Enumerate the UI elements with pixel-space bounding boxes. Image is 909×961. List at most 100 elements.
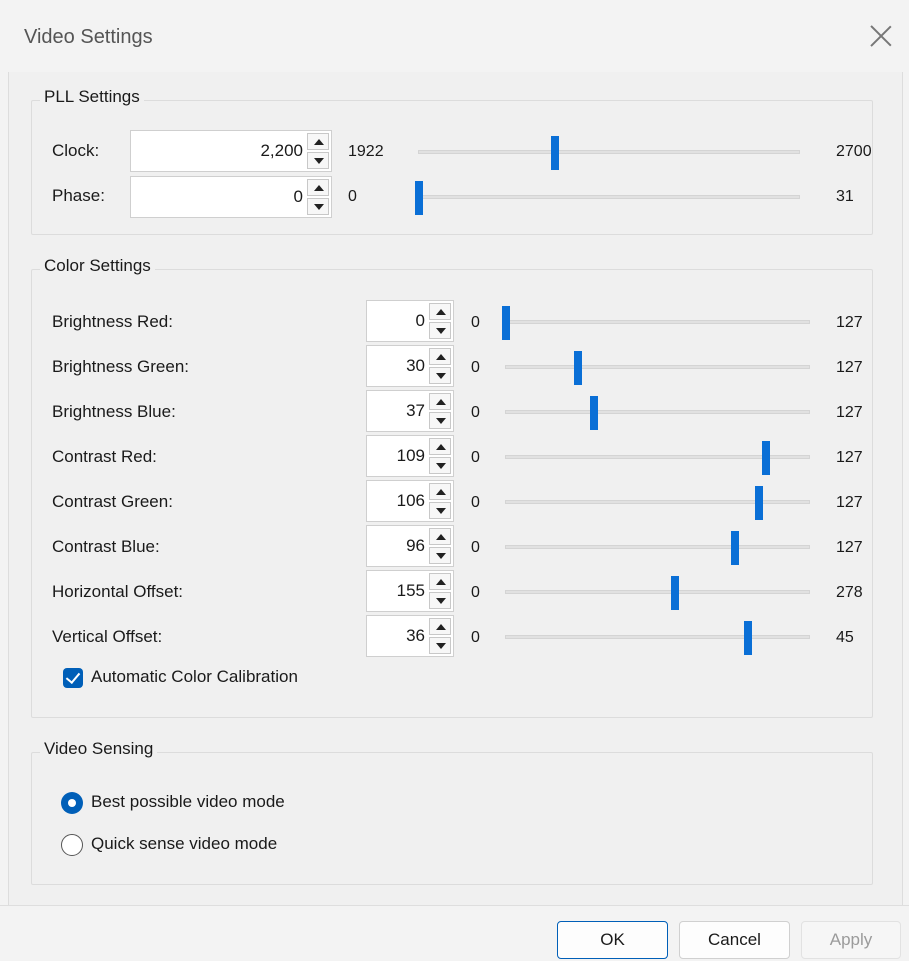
apply-button[interactable]: Apply [801,921,901,959]
brightness-red-spinner[interactable]: 0 [366,300,454,342]
contrast-blue-label: Contrast Blue: [52,537,160,556]
contrast-red-up-arrow-icon[interactable] [429,438,451,455]
clock-up-arrow-icon[interactable] [307,133,329,150]
contrast-green-slider[interactable] [505,486,810,520]
contrast-green-label: Contrast Green: [52,492,173,511]
contrast-red-min: 0 [471,449,480,466]
clock-slider-thumb[interactable] [550,136,559,170]
brightness-green-max: 127 [836,359,863,376]
auto-calibration-checkbox[interactable] [63,668,83,688]
contrast-blue-value[interactable]: 96 [406,536,425,556]
phase-max: 31 [836,188,854,205]
clock-value[interactable]: 2,200 [260,141,303,161]
brightness-green-slider[interactable] [505,351,810,385]
brightness-blue-max: 127 [836,404,863,421]
brightness-blue-slider-thumb[interactable] [590,396,599,430]
phase-slider-thumb[interactable] [415,181,423,215]
contrast-blue-min: 0 [471,539,480,556]
clock-min: 1922 [348,143,384,160]
horizontal-offset-label: Horizontal Offset: [52,582,184,601]
contrast-red-max: 127 [836,449,863,466]
clock-label: Clock: [52,141,100,160]
brightness-blue-slider[interactable] [505,396,810,430]
contrast-blue-slider[interactable] [505,531,810,565]
contrast-blue-max: 127 [836,539,863,556]
contrast-green-min: 0 [471,494,480,511]
brightness-blue-spinner[interactable]: 37 [366,390,454,432]
brightness-red-value[interactable]: 0 [416,311,425,331]
phase-up-arrow-icon[interactable] [307,179,329,196]
horizontal-offset-slider[interactable] [505,576,810,610]
horizontal-offset-spinner[interactable]: 155 [366,570,454,612]
horizontal-offset-slider-thumb[interactable] [671,576,680,610]
brightness-green-slider-thumb[interactable] [573,351,582,385]
clock-max: 2700 [836,143,872,160]
vertical-offset-min: 0 [471,629,480,646]
vertical-offset-down-arrow-icon[interactable] [429,637,451,654]
video-sensing-legend: Video Sensing [40,739,158,759]
vertical-offset-label: Vertical Offset: [52,627,163,646]
vertical-offset-max: 45 [836,629,854,646]
brightness-red-min: 0 [471,314,480,331]
horizontal-offset-down-arrow-icon[interactable] [429,592,451,609]
phase-label: Phase: [52,186,105,205]
phase-slider[interactable] [415,181,800,215]
brightness-green-min: 0 [471,359,480,376]
clock-slider[interactable] [418,136,800,170]
quick-mode-label[interactable]: Quick sense video mode [91,834,277,854]
best-mode-label[interactable]: Best possible video mode [91,792,285,812]
contrast-red-label: Contrast Red: [52,447,157,466]
phase-spinner[interactable]: 0 [130,176,332,218]
phase-down-arrow-icon[interactable] [307,198,329,215]
contrast-green-slider-thumb[interactable] [755,486,763,520]
vertical-offset-spinner[interactable]: 36 [366,615,454,657]
contrast-red-spinner[interactable]: 109 [366,435,454,477]
horizontal-offset-up-arrow-icon[interactable] [429,573,451,590]
brightness-red-down-arrow-icon[interactable] [429,322,451,339]
brightness-red-slider[interactable] [502,306,810,340]
auto-calibration-label[interactable]: Automatic Color Calibration [91,667,298,687]
brightness-red-slider-thumb[interactable] [502,306,510,340]
contrast-red-slider[interactable] [505,441,810,475]
brightness-red-label: Brightness Red: [52,312,173,331]
vertical-offset-slider-thumb[interactable] [744,621,753,655]
contrast-red-down-arrow-icon[interactable] [429,457,451,474]
clock-spinner[interactable]: 2,200 [130,130,332,172]
phase-min: 0 [348,188,357,205]
phase-value[interactable]: 0 [294,187,303,207]
contrast-blue-spinner[interactable]: 96 [366,525,454,567]
contrast-green-value[interactable]: 106 [397,491,425,511]
vertical-offset-slider[interactable] [505,621,810,655]
brightness-green-down-arrow-icon[interactable] [429,367,451,384]
brightness-red-up-arrow-icon[interactable] [429,303,451,320]
ok-button[interactable]: OK [557,921,668,959]
window-title: Video Settings [24,26,153,48]
brightness-blue-value[interactable]: 37 [406,401,425,421]
cancel-button[interactable]: Cancel [679,921,790,959]
pll-settings-legend: PLL Settings [40,87,144,107]
contrast-red-value[interactable]: 109 [397,446,425,466]
brightness-blue-up-arrow-icon[interactable] [429,393,451,410]
contrast-green-down-arrow-icon[interactable] [429,502,451,519]
close-icon[interactable] [867,22,895,50]
best-mode-radio[interactable] [61,792,83,814]
brightness-green-up-arrow-icon[interactable] [429,348,451,365]
contrast-green-spinner[interactable]: 106 [366,480,454,522]
brightness-blue-down-arrow-icon[interactable] [429,412,451,429]
contrast-red-slider-thumb[interactable] [761,441,770,475]
brightness-green-spinner[interactable]: 30 [366,345,454,387]
contrast-blue-down-arrow-icon[interactable] [429,547,451,564]
vertical-offset-up-arrow-icon[interactable] [429,618,451,635]
vertical-offset-value[interactable]: 36 [406,626,425,646]
quick-mode-radio[interactable] [61,834,83,856]
contrast-blue-slider-thumb[interactable] [731,531,740,565]
clock-down-arrow-icon[interactable] [307,152,329,169]
brightness-red-max: 127 [836,314,863,331]
horizontal-offset-value[interactable]: 155 [397,581,425,601]
contrast-green-up-arrow-icon[interactable] [429,483,451,500]
contrast-blue-up-arrow-icon[interactable] [429,528,451,545]
button-bar: OK Cancel Apply [0,905,909,961]
video-sensing-group: Video Sensing [31,739,873,885]
brightness-green-value[interactable]: 30 [406,356,425,376]
color-settings-legend: Color Settings [40,256,155,276]
